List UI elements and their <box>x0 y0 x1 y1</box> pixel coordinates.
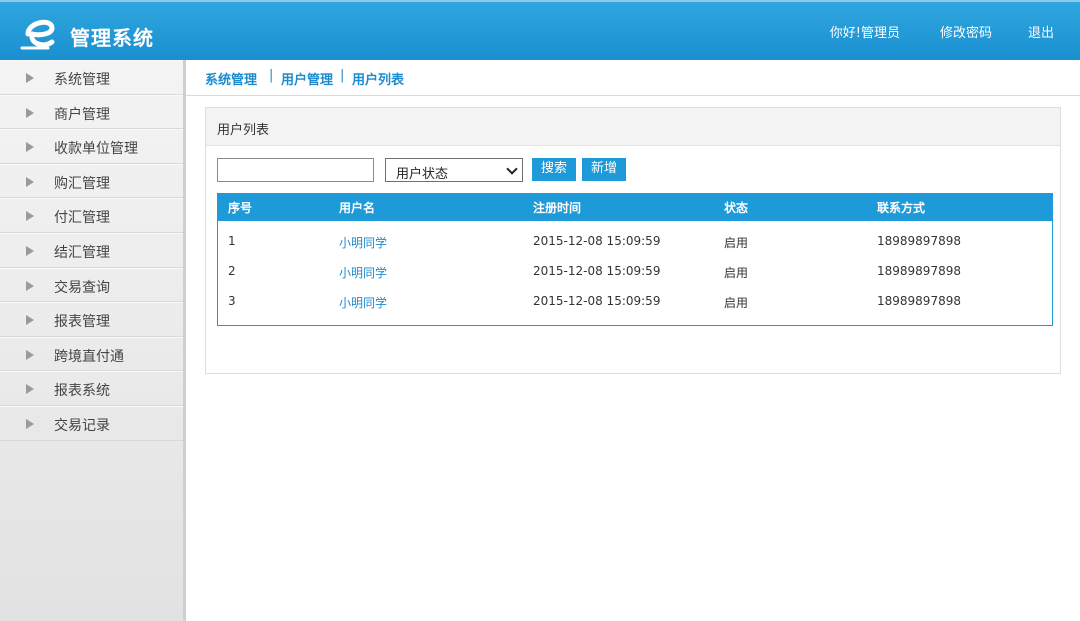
breadcrumb-separator: | <box>340 68 345 83</box>
sidebar-item-fx-settlement[interactable]: 结汇管理 <box>0 232 183 268</box>
sidebar-item-fx-purchase[interactable]: 购汇管理 <box>0 163 183 199</box>
logout-link[interactable]: 退出 <box>1028 22 1054 41</box>
panel-title: 用户列表 <box>217 123 270 138</box>
sidebar-item-merchant[interactable]: 商户管理 <box>0 94 183 130</box>
cell-contact: 18989897898 <box>877 234 961 248</box>
panel-header: 用户列表 <box>206 108 1060 146</box>
triangle-right-icon <box>26 245 34 256</box>
sidebar-item-payee[interactable]: 收款单位管理 <box>0 129 183 164</box>
cell-contact: 18989897898 <box>877 264 961 278</box>
sidebar-item-label: 商户管理 <box>54 106 110 123</box>
column-header-index: 序号 <box>228 201 253 215</box>
cell-status: 启用 <box>724 296 749 310</box>
sidebar-item-transaction-query[interactable]: 交易查询 <box>0 267 183 303</box>
breadcrumb-separator: | <box>269 68 274 83</box>
triangle-right-icon <box>26 280 34 291</box>
sidebar-item-label: 结汇管理 <box>54 244 110 261</box>
sidebar-item-label: 系统管理 <box>54 72 110 88</box>
triangle-right-icon <box>26 142 34 153</box>
sidebar-item-system[interactable]: 系统管理 <box>0 60 183 95</box>
sidebar-item-label: 收款单位管理 <box>54 141 138 158</box>
add-button[interactable]: 新增 <box>582 158 626 181</box>
change-password-link[interactable]: 修改密码 <box>940 22 992 41</box>
user-list-panel: 用户列表 用户状态 搜索 新增 序号 用户名 注册时间 状态 联系方式 1 小明… <box>205 107 1061 374</box>
triangle-right-icon <box>26 73 34 83</box>
search-input[interactable] <box>217 158 374 182</box>
top-header: 管理系统 你好!管理员 修改密码 退出 <box>0 0 1080 60</box>
user-status-select-value: 用户状态 <box>396 167 449 182</box>
table-row: 2 小明同学 2015-12-08 15:09:59 启用 1898989789… <box>218 258 1052 286</box>
cell-username-link[interactable]: 小明同学 <box>339 264 387 281</box>
cell-username-link[interactable]: 小明同学 <box>339 234 387 251</box>
cell-username-link[interactable]: 小明同学 <box>339 294 387 311</box>
table-row: 3 小明同学 2015-12-08 15:09:59 启用 1898989789… <box>218 288 1052 316</box>
user-table: 序号 用户名 注册时间 状态 联系方式 1 小明同学 2015-12-08 15… <box>217 193 1053 326</box>
cell-register-time: 2015-12-08 15:09:59 <box>533 264 661 278</box>
sidebar-item-label: 报表系统 <box>54 383 110 400</box>
sidebar-item-label: 交易查询 <box>54 279 110 296</box>
user-status-select[interactable]: 用户状态 <box>385 158 523 182</box>
sidebar-item-cross-border[interactable]: 跨境直付通 <box>0 336 183 372</box>
table-row: 1 小明同学 2015-12-08 15:09:59 启用 1898989789… <box>218 228 1052 256</box>
sidebar-item-transaction-records[interactable]: 交易记录 <box>0 405 183 441</box>
cell-register-time: 2015-12-08 15:09:59 <box>533 234 661 248</box>
sidebar-item-label: 跨境直付通 <box>54 348 124 365</box>
triangle-right-icon <box>26 315 34 326</box>
sidebar-item-label: 付汇管理 <box>54 210 110 227</box>
sidebar-item-report-management[interactable]: 报表管理 <box>0 302 183 337</box>
cell-index: 3 <box>228 294 236 308</box>
triangle-right-icon <box>26 107 34 118</box>
e-logo-icon <box>20 19 55 50</box>
triangle-right-icon <box>26 384 34 395</box>
app-title: 管理系统 <box>70 26 154 50</box>
sidebar-item-label: 交易记录 <box>54 417 110 434</box>
triangle-right-icon <box>26 176 34 187</box>
sidebar-item-label: 购汇管理 <box>54 175 110 192</box>
sidebar: 系统管理 商户管理 收款单位管理 购汇管理 付汇管理 结汇管理 交易查询 报表管… <box>0 60 186 621</box>
cell-status: 启用 <box>724 266 749 280</box>
cell-contact: 18989897898 <box>877 294 961 308</box>
greeting-link[interactable]: 你好!管理员 <box>830 22 900 41</box>
breadcrumb-item-users[interactable]: 用户管理 <box>281 69 333 88</box>
table-header: 序号 用户名 注册时间 状态 联系方式 <box>218 194 1052 221</box>
cell-index: 1 <box>228 234 236 248</box>
app-root: 管理系统 你好!管理员 修改密码 退出 系统管理 商户管理 收款单位管理 购汇管… <box>0 0 1080 621</box>
sidebar-item-fx-payment[interactable]: 付汇管理 <box>0 198 183 233</box>
sidebar-item-label: 报表管理 <box>54 314 110 331</box>
column-header-username: 用户名 <box>339 201 376 215</box>
search-button[interactable]: 搜索 <box>532 158 576 181</box>
column-header-register-time: 注册时间 <box>533 201 582 215</box>
column-header-contact: 联系方式 <box>877 201 926 215</box>
breadcrumb: 系统管理 | 用户管理 | 用户列表 <box>186 60 1080 96</box>
triangle-right-icon <box>26 418 34 429</box>
cell-status: 启用 <box>724 236 749 250</box>
triangle-right-icon <box>26 211 34 222</box>
triangle-right-icon <box>26 349 34 360</box>
sidebar-item-report-system[interactable]: 报表系统 <box>0 371 183 406</box>
breadcrumb-item-system[interactable]: 系统管理 <box>205 69 257 88</box>
breadcrumb-item-user-list[interactable]: 用户列表 <box>352 69 404 88</box>
cell-register-time: 2015-12-08 15:09:59 <box>533 294 661 308</box>
cell-index: 2 <box>228 264 236 278</box>
chevron-down-icon <box>506 163 518 175</box>
column-header-status: 状态 <box>724 201 749 215</box>
